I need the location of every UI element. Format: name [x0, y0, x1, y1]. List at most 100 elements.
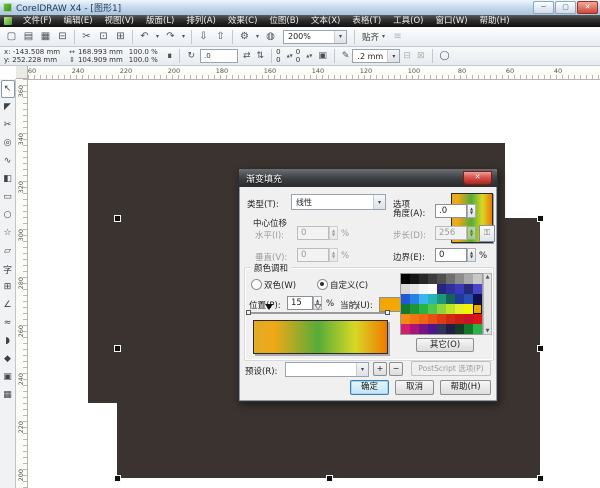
palette-color-swatch[interactable]: [410, 324, 419, 334]
basic-shapes-tool[interactable]: ▱: [1, 242, 15, 260]
menu-item[interactable]: 帮助(H): [474, 15, 516, 27]
palette-color-swatch[interactable]: [455, 304, 464, 314]
palette-color-swatch[interactable]: [401, 294, 410, 304]
table-tool[interactable]: ⊞: [1, 278, 15, 296]
palette-color-swatch[interactable]: [401, 274, 410, 284]
menu-item[interactable]: 文本(X): [305, 15, 346, 27]
selection-handle[interactable]: [326, 475, 333, 482]
wrap-text-icon-2[interactable]: ⊠: [417, 51, 425, 61]
mirror-vertical-icon[interactable]: ⇅: [257, 51, 265, 61]
help-button[interactable]: 帮助(H): [440, 380, 491, 395]
undo-icon[interactable]: ↶: [137, 29, 152, 44]
undo-dropdown-icon[interactable]: ▾: [154, 29, 161, 44]
launcher-dropdown-icon[interactable]: ▾: [254, 29, 261, 44]
palette-color-swatch[interactable]: [428, 314, 437, 324]
selection-handle[interactable]: [537, 215, 544, 222]
open-icon[interactable]: ▤: [21, 29, 36, 44]
fill-tool[interactable]: ▣: [1, 368, 15, 386]
other-colors-button[interactable]: 其它(O): [416, 338, 474, 352]
horizontal-ruler[interactable]: 260240220200180160140120100806040: [16, 66, 600, 80]
palette-color-swatch[interactable]: [410, 304, 419, 314]
palette-color-swatch[interactable]: [419, 314, 428, 324]
save-icon[interactable]: ▦: [38, 29, 53, 44]
menu-item[interactable]: 版面(L): [140, 15, 180, 27]
palette-color-swatch[interactable]: [419, 284, 428, 294]
postscript-options-button[interactable]: PostScript 选项(P): [411, 361, 491, 376]
palette-color-swatch[interactable]: [437, 274, 446, 284]
selection-handle[interactable]: [114, 475, 121, 482]
palette-color-swatch[interactable]: [455, 274, 464, 284]
palette-color-swatch[interactable]: [401, 284, 410, 294]
ellipse-tool[interactable]: ○: [1, 206, 15, 224]
redo-icon[interactable]: ↷: [163, 29, 178, 44]
menu-item[interactable]: 工具(O): [387, 15, 429, 27]
freehand-tool[interactable]: ∿: [1, 152, 15, 170]
menu-item[interactable]: 位图(B): [263, 15, 304, 27]
gradient-marker-track[interactable]: [248, 312, 388, 314]
palette-color-swatch[interactable]: [446, 284, 455, 294]
palette-color-swatch[interactable]: [401, 304, 410, 314]
menu-item[interactable]: 效果(C): [222, 15, 264, 27]
ruler-origin-box[interactable]: [16, 66, 28, 79]
vertical-ruler[interactable]: 360340320300280260240220200: [16, 79, 28, 488]
print-icon[interactable]: ⊟: [55, 29, 70, 44]
palette-color-swatch[interactable]: [437, 324, 446, 334]
spinner-icon[interactable]: ▲▼: [287, 54, 293, 58]
presets-combo[interactable]: ▾: [285, 362, 369, 377]
spinner-icon[interactable]: ▲▼: [329, 226, 338, 240]
palette-color-swatch[interactable]: [473, 284, 482, 294]
palette-color-swatch[interactable]: [401, 324, 410, 334]
palette-color-swatch[interactable]: [410, 274, 419, 284]
palette-color-swatch[interactable]: [464, 324, 473, 334]
palette-color-swatch[interactable]: [410, 284, 419, 294]
palette-scrollbar[interactable]: ▲ ▼: [483, 273, 492, 335]
palette-color-swatch[interactable]: [446, 294, 455, 304]
gradient-stop-marker[interactable]: [352, 304, 360, 310]
outline-width-combo[interactable]: .2 mm ▾: [352, 49, 400, 63]
chevron-down-icon[interactable]: ▾: [373, 195, 385, 209]
palette-color-swatch[interactable]: [446, 304, 455, 314]
close-button[interactable]: ✕: [577, 1, 598, 14]
chevron-down-icon[interactable]: ▾: [334, 31, 346, 43]
palette-color-swatch[interactable]: [419, 294, 428, 304]
snap-to-dropdown[interactable]: 贴齐 ▾: [362, 31, 385, 43]
palette-color-swatch[interactable]: [473, 274, 482, 284]
menu-item[interactable]: 窗口(W): [430, 15, 474, 27]
application-launcher-icon[interactable]: ⚙: [237, 29, 252, 44]
crop-tool[interactable]: ✂: [1, 116, 15, 134]
palette-color-swatch[interactable]: [455, 324, 464, 334]
new-document-icon[interactable]: ▢: [4, 29, 19, 44]
dialog-titlebar[interactable]: 渐变填充 ✕: [239, 169, 497, 187]
blend-tool[interactable]: ≈: [1, 314, 15, 332]
position-field[interactable]: 15: [287, 296, 313, 310]
palette-color-swatch[interactable]: [428, 294, 437, 304]
scroll-down-icon[interactable]: ▼: [486, 328, 490, 334]
palette-color-swatch[interactable]: [419, 304, 428, 314]
corner-radius-right[interactable]: 00: [296, 48, 300, 64]
selection-handle[interactable]: [537, 475, 544, 482]
palette-color-swatch[interactable]: [473, 314, 482, 324]
welcome-screen-icon[interactable]: ◍: [263, 29, 278, 44]
symbol-icon[interactable]: ◯: [440, 51, 450, 61]
zoom-tool[interactable]: ◎: [1, 134, 15, 152]
palette-color-swatch[interactable]: [437, 294, 446, 304]
palette-color-swatch[interactable]: [446, 274, 455, 284]
palette-color-swatch[interactable]: [473, 294, 482, 304]
corner-radius-left[interactable]: 00: [276, 48, 280, 64]
wrap-text-icon[interactable]: ⊟: [403, 51, 411, 61]
palette-color-swatch[interactable]: [464, 304, 473, 314]
edge-pad-field[interactable]: 0: [435, 248, 467, 262]
menu-item[interactable]: 文件(F): [17, 15, 58, 27]
palette-color-swatch[interactable]: [464, 284, 473, 294]
selection-handle[interactable]: [114, 345, 121, 352]
add-preset-button[interactable]: +: [373, 362, 387, 376]
selection-handle[interactable]: [114, 215, 121, 222]
steps-lock-icon[interactable]: ⚿: [479, 225, 495, 242]
chamfer-icon[interactable]: ▣: [318, 51, 327, 61]
remove-preset-button[interactable]: −: [389, 362, 403, 376]
palette-color-swatch[interactable]: [455, 284, 464, 294]
outline-pen-tool[interactable]: ◆: [1, 350, 15, 368]
gradient-preview-bar[interactable]: [253, 320, 388, 354]
palette-color-swatch[interactable]: [428, 304, 437, 314]
angle-field[interactable]: .0: [435, 204, 467, 218]
